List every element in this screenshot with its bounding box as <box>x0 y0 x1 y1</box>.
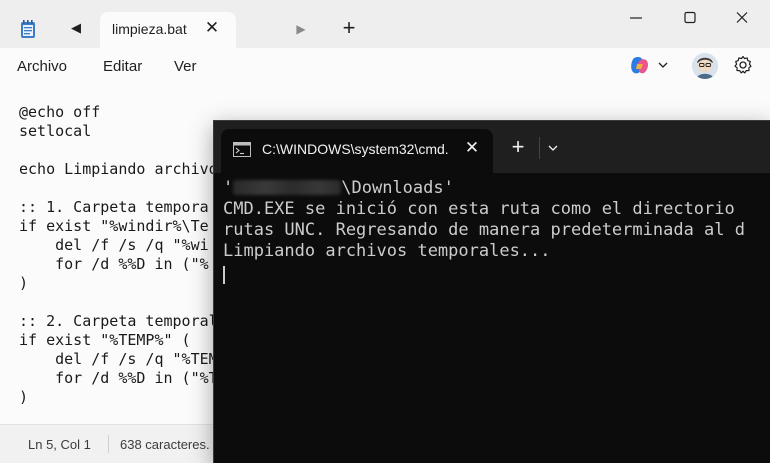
terminal-tab-title: C:\WINDOWS\system32\cmd. <box>262 141 449 157</box>
cursor-position: Ln 5, Col 1 <box>28 437 91 452</box>
cmd-icon <box>233 142 251 157</box>
code-line: ) <box>19 388 29 406</box>
tab-limpieza[interactable]: limpieza.bat ✕ <box>100 12 236 48</box>
character-count: 638 caracteres. <box>120 437 210 452</box>
scroll-tabs-right-icon[interactable]: ▶ <box>293 21 309 37</box>
code-line: @echo off <box>19 103 101 121</box>
tab-divider <box>539 137 540 159</box>
output-line: rutas UNC. Regresando de manera predeter… <box>223 220 745 240</box>
chevron-down-icon[interactable] <box>657 59 669 71</box>
copilot-icon[interactable] <box>629 55 651 75</box>
code-line: echo Limpiando archivo <box>19 160 218 178</box>
terminal-output[interactable]: ' \Downloads' CMD.EXE se inició con esta … <box>214 173 770 463</box>
terminal-window: C:\WINDOWS\system32\cmd. ✕ + ' \Downloads… <box>213 120 770 463</box>
path-rest: \Downloads' <box>341 178 454 198</box>
tab-cmd[interactable]: C:\WINDOWS\system32\cmd. ✕ <box>221 129 493 173</box>
notepad-app-icon <box>21 20 35 38</box>
menu-ver[interactable]: Ver <box>174 58 197 75</box>
menu-archivo[interactable]: Archivo <box>17 58 67 75</box>
avatar-image <box>692 53 718 79</box>
menu-editar[interactable]: Editar <box>103 58 142 75</box>
close-window-icon[interactable] <box>730 8 754 28</box>
code-line: :: 1. Carpeta tempora <box>19 198 209 216</box>
close-tab-icon[interactable]: ✕ <box>203 19 221 37</box>
text-cursor <box>223 266 225 284</box>
menu-bar: Archivo Editar Ver <box>0 48 770 88</box>
new-tab-button[interactable]: + <box>507 136 529 159</box>
code-line: del /f /s /q "%TEM <box>19 350 218 368</box>
avatar[interactable] <box>692 53 718 79</box>
code-line: setlocal <box>19 122 92 140</box>
code-line: for /d %%D in ("%T <box>19 369 218 387</box>
code-line: for /d %%D in ("% <box>19 255 209 273</box>
output-line: ' \Downloads' <box>223 178 454 199</box>
terminal-titlebar: C:\WINDOWS\system32\cmd. ✕ + <box>214 121 770 173</box>
scroll-tabs-left-icon[interactable]: ◀ <box>68 20 84 36</box>
new-tab-button[interactable]: + <box>339 17 359 39</box>
tab-label: limpieza.bat <box>112 21 187 37</box>
output-line: CMD.EXE se inició con esta ruta como el … <box>223 199 735 219</box>
code-line: if exist "%TEMP%" ( <box>19 331 191 349</box>
path-quote: ' <box>223 178 234 198</box>
code-line: ) <box>19 274 29 292</box>
output-line: Limpiando archivos temporales... <box>223 241 551 261</box>
notepad-titlebar: ◀ limpieza.bat ✕ ▶ + <box>0 0 770 48</box>
redacted-username <box>233 180 342 195</box>
close-tab-icon[interactable]: ✕ <box>463 139 481 157</box>
code-line: :: 2. Carpeta temporal <box>19 312 218 330</box>
chevron-down-icon[interactable] <box>546 141 560 155</box>
code-line: if exist "%windir%\Te <box>19 217 209 235</box>
minimize-icon[interactable] <box>624 8 648 28</box>
status-divider <box>108 435 109 453</box>
code-line: del /f /s /q "%wi <box>19 236 209 254</box>
maximize-icon[interactable] <box>678 8 702 28</box>
gear-icon[interactable] <box>733 55 753 75</box>
